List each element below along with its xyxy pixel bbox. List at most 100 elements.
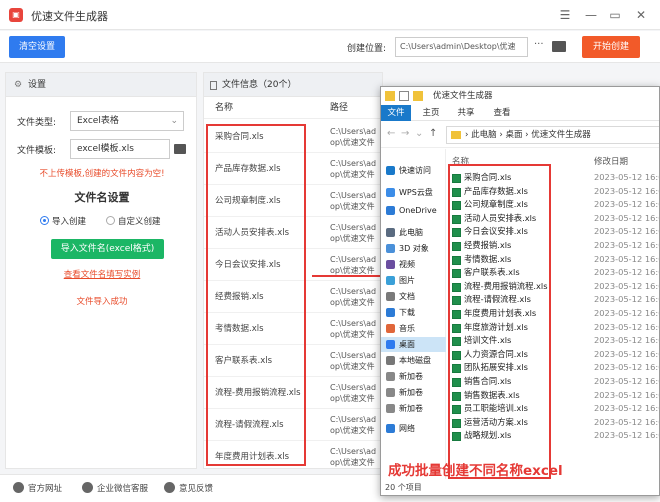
import-filenames-button[interactable]: 导入文件名(excel格式) [51, 239, 164, 259]
sidebar-item[interactable]: 桌面 [381, 337, 446, 352]
file-path-line1: C:\Users\ad [330, 287, 377, 296]
nav-sidebar: 快速访问 WPS云盘 OneDrive 此电脑 3D 对象视频 图片 文档下载音乐桌面 本地磁… [381, 149, 446, 479]
folder-icon[interactable] [174, 144, 186, 154]
radio-custom[interactable]: 自定义创建 [106, 215, 161, 227]
sidebar-item-icon [386, 244, 395, 253]
file-path: C:\Users\ad op\优速文件 [330, 190, 382, 212]
minimize-button[interactable]: — [582, 6, 600, 24]
sidebar-item-icon [386, 292, 395, 301]
sidebar-item[interactable]: 快速访问 [381, 163, 446, 178]
list-item-date: 2023-05-12 16:01 [594, 403, 659, 414]
properties-icon[interactable] [399, 91, 409, 101]
radio-unchecked-icon[interactable] [106, 216, 115, 225]
table-row[interactable]: 流程-请假流程.xls C:\Users\ad op\优速文件 [204, 409, 382, 441]
tab-home[interactable]: 主页 [421, 105, 441, 121]
up-arrow-icon[interactable]: ↑ [429, 128, 437, 139]
caption-text: 成功批量创建不同名称excel [388, 463, 563, 479]
website-link[interactable]: 官方网址 [13, 482, 62, 494]
table-row[interactable]: 客户联系表.xls C:\Users\ad op\优速文件 [204, 345, 382, 377]
sidebar-item[interactable]: 此电脑 [381, 225, 446, 240]
back-arrow-icon[interactable]: ← [387, 128, 395, 139]
file-path-line1: C:\Users\ad [330, 447, 377, 456]
list-item-date: 2023-05-12 16:01 [594, 199, 659, 210]
wechat-label: 企业微信客服 [97, 484, 149, 494]
sidebar-item-label: 3D 对象 [399, 244, 429, 253]
sidebar-item[interactable]: 新加卷 [381, 401, 446, 416]
app-title: 优速文件生成器 [31, 10, 108, 23]
template-input[interactable]: excel模板.xls [70, 139, 170, 159]
close-button[interactable]: ✕ [632, 6, 650, 24]
breadcrumb-pc[interactable]: 此电脑 [471, 130, 497, 140]
table-row[interactable]: 年度费用计划表.xls C:\Users\ad op\优速文件 [204, 441, 382, 468]
example-link[interactable]: 查看文件名填写实例 [6, 268, 198, 280]
sidebar-item[interactable]: 网络 [381, 421, 446, 436]
sidebar-item[interactable]: 文档 [381, 289, 446, 304]
menu-button[interactable]: ☰ [556, 6, 574, 24]
new-folder-icon[interactable] [413, 91, 423, 101]
list-item-date: 2023-05-12 16:01 [594, 267, 659, 278]
file-name: 年度费用计划表.xls [215, 452, 290, 462]
breadcrumb-folder[interactable]: 优速文件生成器 [531, 130, 591, 140]
sidebar-item-label: 音乐 [399, 324, 415, 333]
start-create-button[interactable]: 开始创建 [582, 36, 640, 58]
file-path-line2: op\优速文件 [330, 170, 375, 179]
sidebar-item[interactable]: 本地磁盘 [381, 353, 446, 368]
more-icon[interactable]: ··· [534, 39, 544, 50]
feedback-label: 意见反馈 [179, 484, 214, 494]
sidebar-item[interactable]: OneDrive [381, 203, 446, 218]
tab-view[interactable]: 查看 [491, 105, 513, 121]
breadcrumb[interactable]: › 此电脑 › 桌面 › 优速文件生成器 [446, 126, 659, 144]
sidebar-item[interactable]: 新加卷 [381, 385, 446, 400]
sidebar-item[interactable]: 新加卷 [381, 369, 446, 384]
wechat-service-link[interactable]: 企业微信客服 [82, 482, 148, 494]
file-path: C:\Users\ad op\优速文件 [330, 286, 382, 308]
file-name: 今日会议安排.xls [215, 260, 281, 270]
sidebar-item-label: 下载 [399, 308, 415, 317]
clear-settings-button[interactable]: 清空设置 [9, 36, 65, 58]
column-date[interactable]: 修改日期 [594, 155, 628, 167]
template-label: 文件模板: [17, 146, 57, 156]
sidebar-item-label: WPS云盘 [399, 188, 433, 197]
table-row[interactable]: 考情数据.xls C:\Users\ad op\优速文件 [204, 313, 382, 345]
file-path-line2: op\优速文件 [330, 426, 375, 435]
list-item-date: 2023-05-12 16:01 [594, 240, 659, 250]
file-path-line1: C:\Users\ad [330, 351, 377, 360]
table-row[interactable]: 活动人员安排表.xls C:\Users\ad op\优速文件 [204, 217, 382, 249]
sidebar-item[interactable]: 下载 [381, 305, 446, 320]
list-item-date: 2023-05-12 16:01 [594, 185, 659, 196]
file-path-line1: C:\Users\ad [330, 415, 377, 424]
sidebar-item-label: 快速访问 [399, 166, 431, 175]
sidebar-item-icon [386, 206, 395, 215]
table-row[interactable]: 产品库存数据.xls C:\Users\ad op\优速文件 [204, 153, 382, 185]
app-logo-icon: ▣ [9, 8, 23, 22]
sidebar-item-label: OneDrive [399, 206, 437, 215]
forward-arrow-icon[interactable]: → [401, 128, 409, 139]
feedback-link[interactable]: 意见反馈 [164, 482, 213, 494]
tab-share[interactable]: 共享 [455, 105, 477, 121]
sidebar-item[interactable]: 图片 [381, 273, 446, 288]
sidebar-item[interactable]: WPS云盘 [381, 185, 446, 200]
breadcrumb-desktop[interactable]: 桌面 [505, 130, 522, 140]
table-row[interactable]: 公司规章制度.xls C:\Users\ad op\优速文件 [204, 185, 382, 217]
location-input[interactable]: C:\Users\admin\Desktop\优速 [395, 37, 528, 57]
sidebar-item-icon [386, 188, 395, 197]
sidebar-item-icon [386, 228, 395, 237]
dropdown-icon[interactable]: ⌄ [415, 128, 423, 139]
sidebar-item[interactable]: 3D 对象 [381, 241, 446, 256]
table-row[interactable]: 经费报销.xls C:\Users\ad op\优速文件 [204, 281, 382, 313]
table-row[interactable]: 流程-费用报销流程.xls C:\Users\ad op\优速文件 [204, 377, 382, 409]
file-path-line2: op\优速文件 [330, 362, 375, 371]
sidebar-item[interactable]: 视频 [381, 257, 446, 272]
sidebar-item-icon [386, 166, 395, 175]
folder-icon[interactable] [552, 41, 566, 52]
tab-file[interactable]: 文件 [381, 105, 411, 121]
restore-button[interactable]: ▭ [606, 6, 624, 24]
sidebar-item-icon [386, 388, 395, 397]
file-type-select[interactable]: Excel表格 ⌄ [70, 111, 184, 131]
radio-import[interactable]: 导入创建 [40, 215, 86, 227]
sidebar-item[interactable]: 音乐 [381, 321, 446, 336]
table-row[interactable]: 采购合同.xls C:\Users\ad op\优速文件 [204, 121, 382, 153]
list-item-date: 2023-05-12 16:01 [594, 430, 659, 441]
radio-checked-icon[interactable] [40, 216, 49, 225]
file-name: 客户联系表.xls [215, 356, 273, 366]
